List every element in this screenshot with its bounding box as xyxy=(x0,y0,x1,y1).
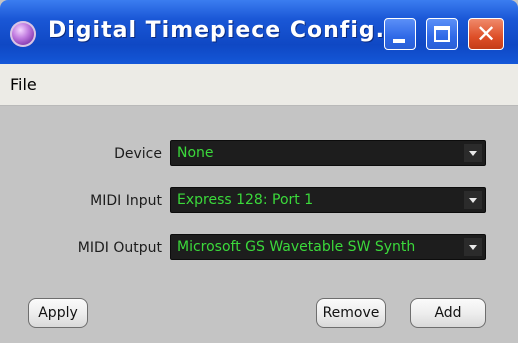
add-button[interactable]: Add xyxy=(410,298,486,328)
chevron-down-icon[interactable] xyxy=(464,238,482,256)
config-window: Digital Timepiece Config... ✕ File Devic… xyxy=(0,0,518,343)
close-icon: ✕ xyxy=(475,20,497,48)
device-label: Device xyxy=(114,146,162,162)
chevron-down-icon[interactable] xyxy=(464,191,482,209)
midi-output-select-value: Microsoft GS Wavetable SW Synth xyxy=(177,239,416,255)
app-orb-icon[interactable] xyxy=(10,21,36,47)
midi-input-select-value: Express 128: Port 1 xyxy=(177,192,314,208)
remove-button[interactable]: Remove xyxy=(316,298,386,328)
chevron-down-icon[interactable] xyxy=(464,144,482,162)
close-button[interactable]: ✕ xyxy=(468,18,504,50)
apply-button[interactable]: Apply xyxy=(28,298,88,328)
device-select[interactable]: None xyxy=(170,140,486,166)
maximize-icon xyxy=(434,26,450,42)
midi-output-label: MIDI Output xyxy=(77,240,162,256)
minimize-icon xyxy=(393,39,405,43)
maximize-button[interactable] xyxy=(426,18,458,50)
device-select-value: None xyxy=(177,145,214,161)
menu-file[interactable]: File xyxy=(10,75,37,94)
midi-input-label: MIDI Input xyxy=(90,193,162,209)
minimize-button[interactable] xyxy=(384,18,416,50)
window-title: Digital Timepiece Config... xyxy=(48,18,404,43)
midi-input-select[interactable]: Express 128: Port 1 xyxy=(170,187,486,213)
title-bar[interactable]: Digital Timepiece Config... ✕ xyxy=(0,0,518,64)
menu-bar: File xyxy=(0,64,518,106)
midi-output-select[interactable]: Microsoft GS Wavetable SW Synth xyxy=(170,234,486,260)
